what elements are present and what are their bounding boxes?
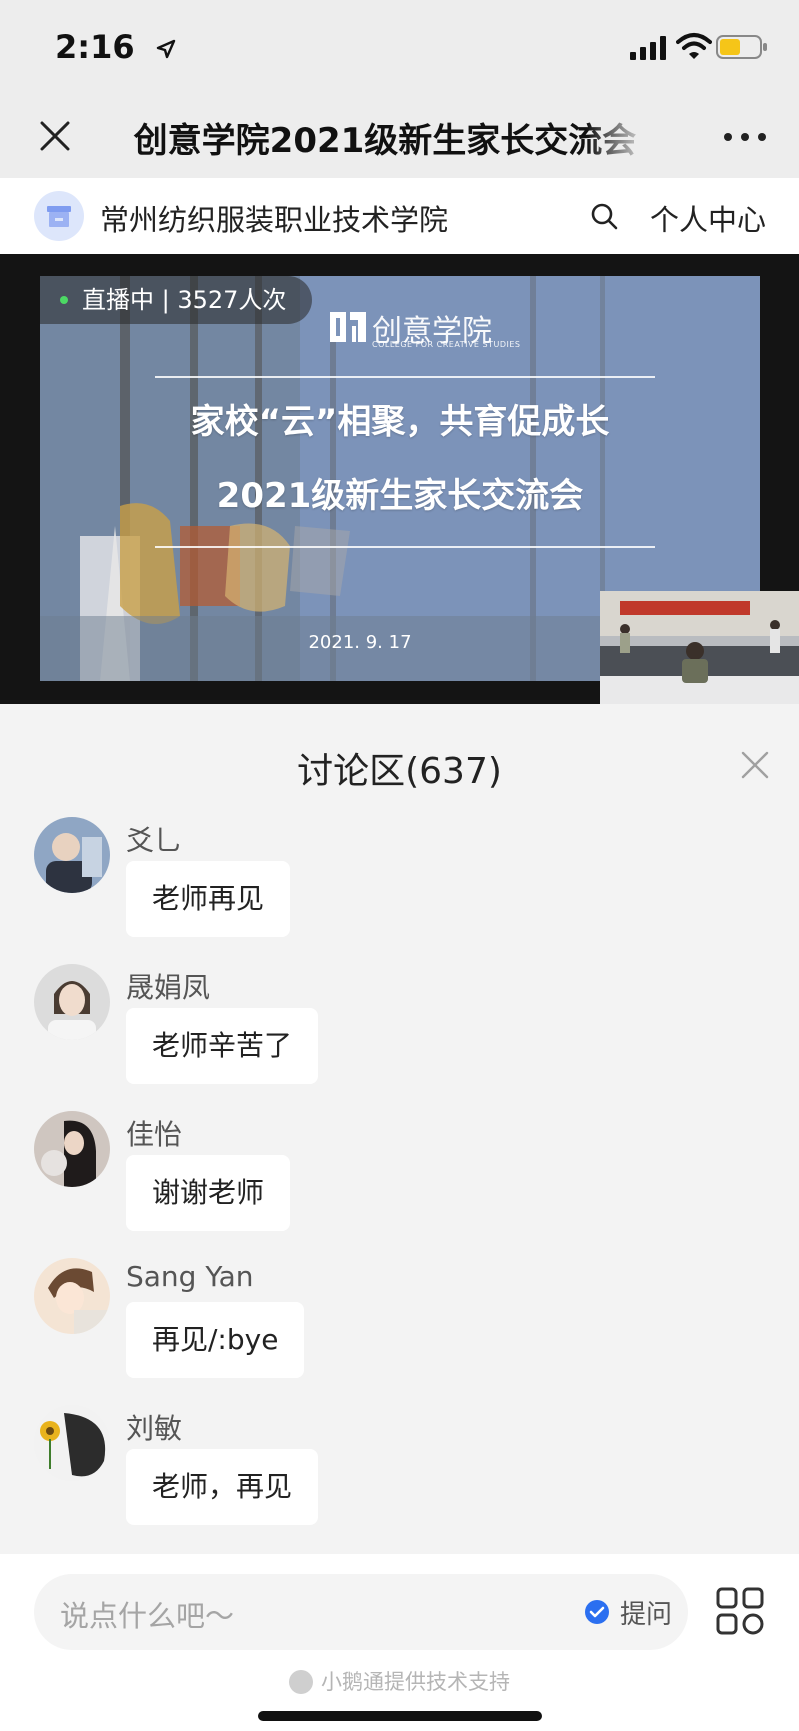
shop-icon	[47, 206, 71, 227]
nav-bar: 创意学院2021级新生家长交流会	[0, 95, 799, 178]
comment-input[interactable]: 说点什么吧～ 提问	[34, 1574, 688, 1650]
slide-divider-bottom	[155, 546, 655, 548]
chat-message: 佳怡 谢谢老师	[34, 1111, 774, 1251]
avatar[interactable]	[34, 964, 110, 1040]
org-avatar[interactable]	[34, 191, 84, 241]
chat-message: 晟娟凤 老师辛苦了	[34, 964, 774, 1104]
tech-support-text: 小鹅通提供技术支持	[321, 1670, 510, 1694]
battery-icon	[716, 35, 767, 59]
status-time: 2:16	[55, 28, 135, 66]
message-bubble: 老师，再见	[126, 1449, 319, 1525]
status-bar: 2:16	[0, 0, 799, 95]
message-author: 刘敏	[126, 1412, 183, 1445]
discussion-title: 讨论区(637)	[297, 751, 502, 792]
avatar[interactable]	[34, 1405, 110, 1481]
chat-message: 爻乚 老师再见	[34, 817, 774, 957]
message-bubble: 老师辛苦了	[126, 1008, 319, 1084]
grid-menu-icon[interactable]	[715, 1586, 765, 1636]
message-author: 佳怡	[126, 1118, 183, 1151]
close-icon[interactable]	[34, 115, 76, 157]
message-author: 爻乚	[126, 824, 183, 857]
user-avatar-image	[34, 1258, 110, 1334]
wifi-icon	[676, 33, 712, 59]
home-indicator[interactable]	[258, 1711, 542, 1721]
ask-question-toggle[interactable]: 提问	[620, 1594, 672, 1631]
user-avatar-image	[34, 964, 110, 1040]
discussion-panel: 讨论区(637) 爻乚 老师再见 晟娟凤 老师辛苦了 佳怡 谢谢老师 Sang …	[0, 704, 799, 1554]
live-indicator-dot	[60, 296, 68, 304]
message-bubble: 再见/:bye	[126, 1302, 305, 1378]
org-name[interactable]: 常州纺织服装职业技术学院	[100, 197, 448, 239]
live-status-text: 直播中 | 3527人次	[82, 286, 287, 314]
slide-divider-top	[155, 376, 655, 378]
slide-date: 2021. 9. 17	[308, 632, 412, 653]
meeting-room-image	[600, 591, 799, 704]
chat-message: 刘敏 老师，再见	[34, 1405, 774, 1545]
page-title: 创意学院2021级新生家长交流会	[133, 121, 637, 161]
slide-heading-2: 2021级新生家长交流会	[216, 476, 584, 516]
user-avatar-image	[34, 817, 110, 893]
location-arrow-icon	[156, 39, 176, 59]
chat-message: Sang Yan 再见/:bye	[34, 1258, 774, 1398]
more-options-icon[interactable]	[720, 119, 770, 155]
user-avatar-image	[34, 1405, 110, 1481]
personal-center-link[interactable]: 个人中心	[650, 197, 766, 239]
avatar[interactable]	[34, 1258, 110, 1334]
comment-input-placeholder: 说点什么吧～	[60, 1599, 235, 1633]
close-discussion-icon[interactable]	[740, 750, 770, 780]
search-icon[interactable]	[588, 200, 620, 232]
avatar[interactable]	[34, 817, 110, 893]
tech-support-footer: 小鹅通提供技术支持	[0, 1666, 799, 1696]
message-author: Sang Yan	[126, 1260, 254, 1293]
user-avatar-image	[34, 1111, 110, 1187]
xiaoetong-logo-icon	[289, 1670, 313, 1694]
college-logo-icon	[330, 312, 366, 342]
slide-logo-subtitle: COLLEGE FOR CREATIVE STUDIES	[372, 340, 521, 349]
avatar[interactable]	[34, 1111, 110, 1187]
slide-heading-1: 家校“云”相聚，共育促成长	[190, 402, 610, 442]
comment-input-bar: 说点什么吧～ 提问 小鹅通提供技术支持	[0, 1554, 799, 1731]
cellular-signal-icon	[630, 36, 666, 60]
ask-question-check-icon[interactable]	[584, 1599, 610, 1625]
live-status-badge: 直播中 | 3527人次	[40, 276, 313, 324]
live-video-player[interactable]: 直播中 | 3527人次 创意学院 COLLEGE FOR CREATIVE S…	[0, 254, 799, 704]
message-bubble: 谢谢老师	[126, 1155, 291, 1231]
presenter-camera-pip[interactable]	[600, 591, 799, 704]
shop-header: 常州纺织服装职业技术学院 个人中心	[0, 178, 799, 254]
message-bubble: 老师再见	[126, 861, 291, 937]
message-author: 晟娟凤	[126, 971, 211, 1004]
